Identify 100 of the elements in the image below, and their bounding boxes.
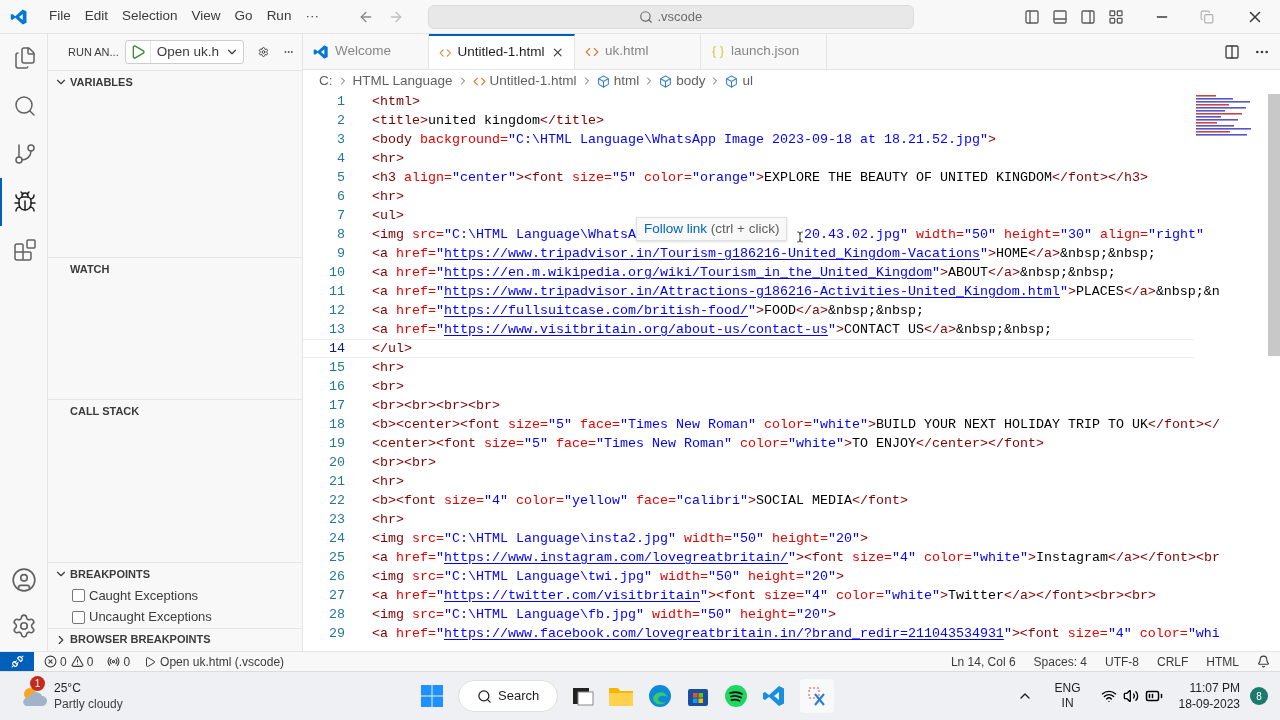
warning-count[interactable]: 0: [86, 652, 94, 671]
split-editor-icon[interactable]: [1224, 43, 1240, 60]
section-header[interactable]: VARIABLES: [70, 73, 133, 91]
notification-count-badge[interactable]: 8: [1250, 687, 1268, 705]
account-icon[interactable]: [10, 567, 37, 593]
code-line: <html>: [372, 92, 420, 111]
breadcrumb-item[interactable]: C:: [319, 70, 333, 92]
taskbar-search[interactable]: Search: [458, 680, 559, 712]
panel-right-icon[interactable]: [1080, 8, 1096, 25]
code-line: <br><br>: [372, 453, 436, 472]
launch-config-dropdown[interactable]: Open uk.h: [124, 40, 245, 64]
wave-globe-icon[interactable]: [648, 684, 673, 708]
cube-icon: [659, 74, 673, 88]
menu-item[interactable]: Edit: [79, 6, 114, 27]
editor-tab[interactable]: launch.json: [701, 34, 827, 69]
input-region[interactable]: IN: [1061, 696, 1074, 711]
windows-logo-icon[interactable]: [420, 684, 444, 708]
breadcrumb-item[interactable]: Untitled-1.html: [489, 70, 577, 92]
code-line: <h3 align="center"><font size="5" color="orange">EXPLORE THE BEAUTY OF UNITED KINGDOM</font></h3>: [372, 168, 1148, 187]
settings-icon[interactable]: [258, 44, 269, 60]
settings-icon[interactable]: [10, 613, 37, 639]
code-link[interactable]: https://en.m.wikipedia.org/wiki/Tourism_in_the_United_Kingdom: [444, 264, 932, 280]
code-link[interactable]: https://fullsuitcase.com/british-food/: [444, 302, 748, 318]
input-language[interactable]: ENG: [1054, 681, 1081, 696]
line-number: 6: [336, 187, 345, 206]
panel-bottom-icon[interactable]: [1052, 8, 1068, 25]
code-link[interactable]: https://www.tripadvisor.in/Attractions-g186216-Activities-United_Kingdom.html: [444, 283, 1060, 299]
menu-item[interactable]: Selection: [117, 6, 183, 27]
line-number: 17: [328, 396, 345, 415]
wifi-icon[interactable]: [1100, 688, 1117, 704]
scrollbar[interactable]: [1268, 94, 1280, 356]
minimap-drawing: [1194, 94, 1254, 138]
section-header[interactable]: BROWSER BREAKPOINTS: [70, 631, 211, 648]
breadcrumb-item[interactable]: body: [676, 70, 706, 92]
remote-indicator[interactable]: [0, 652, 34, 671]
search-icon: [477, 688, 492, 704]
status-item[interactable]: CRLF: [1157, 652, 1189, 671]
task-view-icon[interactable]: [572, 685, 595, 707]
json-file-icon: [711, 44, 725, 59]
section-header[interactable]: CALL STACK: [70, 402, 140, 420]
status-item[interactable]: Spaces: 4: [1033, 652, 1087, 671]
checkbox[interactable]: [72, 610, 85, 624]
code-link[interactable]: https://twitter.com/visitbritain: [444, 587, 700, 603]
code-editor-icon[interactable]: [762, 684, 787, 708]
tab-label: Welcome: [335, 42, 392, 61]
editor-tab[interactable]: Untitled-1.html: [429, 34, 575, 69]
code-line: <a href="https://www.facebook.com/lovegreatbritain.in/?brand_redir=211043534931"><font size="4" color="whi: [372, 624, 1220, 643]
code-link[interactable]: https://www.tripadvisor.in/Tourism-g186216-United_Kingdom-Vacations: [444, 245, 980, 261]
code-line: <a href="https://en.m.wikipedia.org/wiki/Tourism_in_the_United_Kingdom">ABOUT</a>&nbsp;&nbsp;: [372, 263, 1116, 282]
line-number: 22: [328, 491, 345, 510]
menu-item[interactable]: Go: [229, 6, 258, 27]
status-item[interactable]: Ln 14, Col 6: [950, 652, 1016, 671]
code-line: <a href="https://www.tripadvisor.in/Attractions-g186216-Activities-United_Kingdom.html">PLACES</a>&nbsp;&n: [372, 282, 1220, 301]
line-number: 25: [328, 548, 345, 567]
line-number: 13: [328, 320, 345, 339]
command-center[interactable]: .vscode: [427, 4, 914, 29]
breadcrumb-item[interactable]: HTML Language: [352, 70, 453, 92]
code-link[interactable]: https://www.instagram.com/lovegreatbritain/: [444, 549, 788, 565]
sound-waves-icon[interactable]: [724, 684, 749, 708]
code-link[interactable]: https://www.facebook.com/lovegreatbritain.in/?brand_redir=211043534931: [444, 625, 1004, 641]
line-number: 7: [336, 206, 345, 225]
ports-count[interactable]: 0: [123, 652, 131, 671]
error-count[interactable]: 0: [60, 652, 67, 671]
section-header[interactable]: BREAKPOINTS: [70, 565, 151, 583]
branch-icon: [12, 142, 37, 166]
line-number: 27: [328, 586, 345, 605]
menu-item[interactable]: Run: [261, 6, 297, 27]
clock-time[interactable]: 11:07 PM: [1189, 680, 1240, 696]
code-link[interactable]: https://www.visitbritain.org/about-us/contact-us: [444, 321, 828, 337]
weather-condition[interactable]: Partly cloudy: [54, 696, 123, 712]
weather-temperature[interactable]: 25°C: [54, 680, 123, 696]
breadcrumb-item[interactable]: html: [613, 70, 640, 92]
clock-date[interactable]: 18-09-2023: [1178, 696, 1240, 712]
code-line: <b><center><font size="5" face="Times New Roman" color="white">BUILD YOUR NEXT HOLIDAY TRIP TO UK</font></: [372, 415, 1220, 434]
checkbox[interactable]: [72, 589, 85, 602]
debug-launch-status[interactable]: Open uk.html (.vscode): [160, 652, 285, 671]
menu-item[interactable]: File: [44, 6, 76, 27]
breadcrumb-item[interactable]: ul: [742, 70, 753, 92]
notifications-icon[interactable]: [1257, 655, 1270, 668]
menu-item[interactable]: ···: [300, 6, 324, 27]
tab-label: Untitled-1.html: [457, 43, 545, 62]
follow-link-tooltip: Follow link (ctrl + click): [635, 216, 788, 241]
line-number: 2: [336, 111, 345, 130]
menu-item[interactable]: View: [186, 6, 226, 27]
status-item[interactable]: UTF-8: [1105, 652, 1139, 671]
app-logo-icon: [10, 7, 28, 26]
line-number: 8: [336, 225, 345, 244]
status-item[interactable]: HTML: [1206, 652, 1239, 671]
code-line: <img src="C:\HTML Language\insta2.jpg" width="50" height="20">: [372, 529, 868, 548]
code-line: <center><font size="5" face="Times New Roman" color="white">TO ENJOY</center></font>: [372, 434, 1044, 453]
blocks-icon: [12, 238, 37, 262]
volume-icon[interactable]: [1122, 688, 1139, 704]
checkbox-label: Caught Exceptions: [89, 586, 199, 605]
panel-left-icon[interactable]: [1024, 8, 1040, 25]
tab-label: uk.html: [605, 42, 649, 61]
code-line: <hr>: [372, 149, 404, 168]
editor-tab[interactable]: uk.html: [575, 34, 701, 69]
layout-icon[interactable]: [1108, 8, 1124, 25]
section-header[interactable]: WATCH: [70, 260, 110, 278]
code-line: <hr>: [372, 187, 404, 206]
